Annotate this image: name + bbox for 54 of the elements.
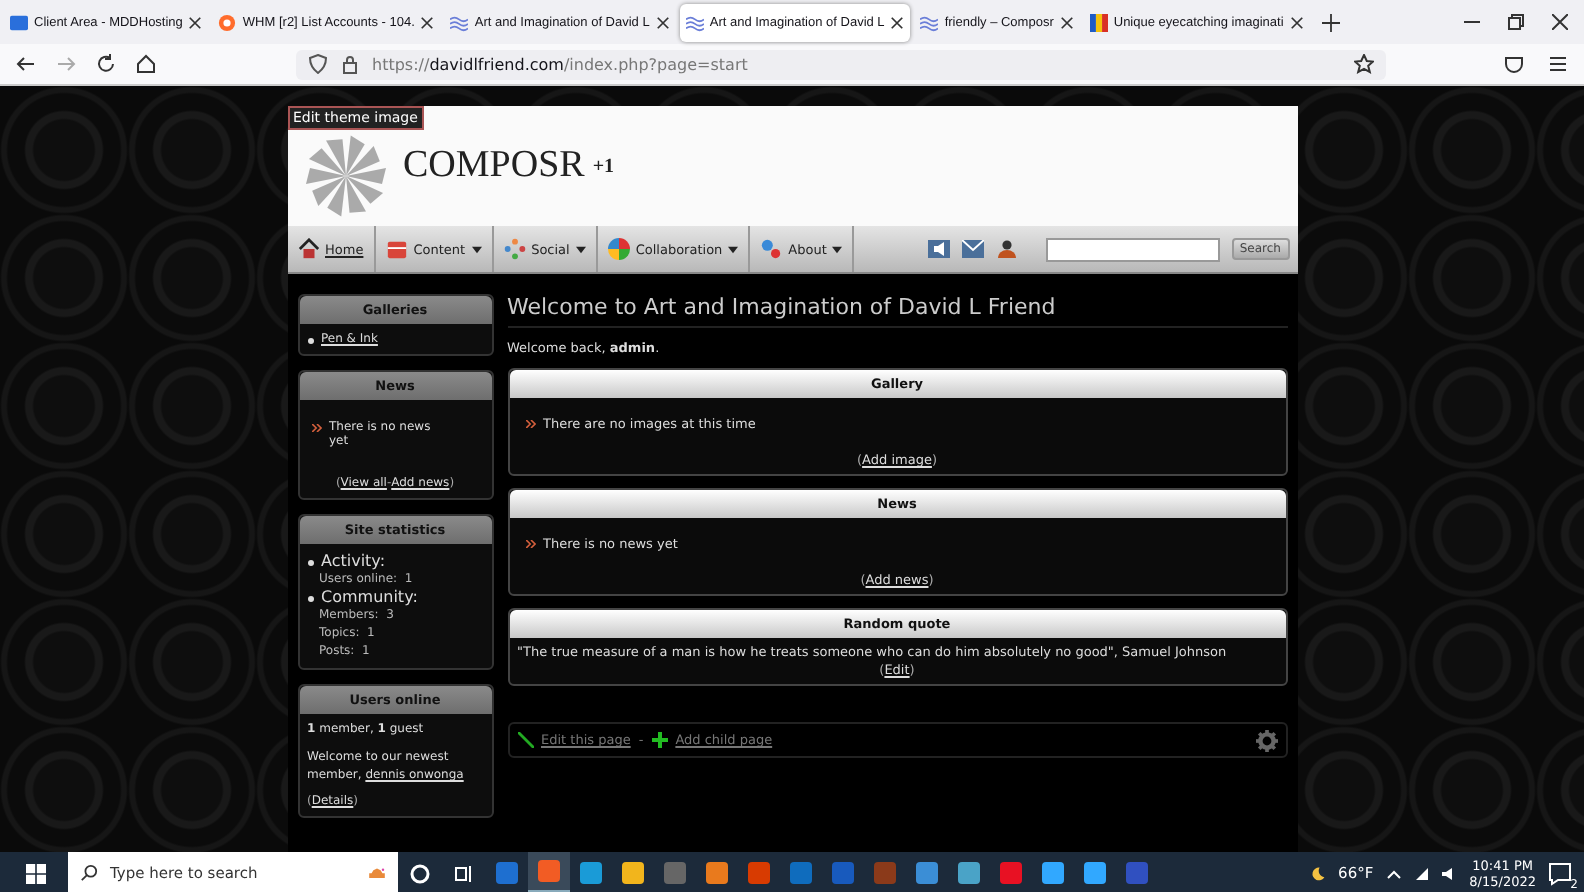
circle-icon[interactable] xyxy=(410,863,430,883)
search-icon xyxy=(80,864,98,882)
house-icon xyxy=(297,238,319,260)
wave-icon xyxy=(685,13,704,31)
bullet-icon xyxy=(307,338,313,344)
close-icon[interactable] xyxy=(655,15,670,29)
close-icon[interactable] xyxy=(1289,15,1304,29)
stats-heading: Community: xyxy=(321,588,418,606)
network-icon[interactable] xyxy=(1413,865,1430,881)
restore-icon[interactable] xyxy=(1508,14,1524,30)
back-arrow-icon[interactable] xyxy=(16,54,36,74)
site-icon xyxy=(218,13,237,31)
user-icon[interactable] xyxy=(995,240,1018,258)
chevron-up-icon[interactable] xyxy=(1385,865,1402,881)
address-bar[interactable]: https://davidlfriend.com/index.php?page=start xyxy=(296,49,1386,79)
close-icon[interactable] xyxy=(890,15,905,29)
double-chevron-icon xyxy=(525,420,535,428)
lock-icon xyxy=(340,54,360,74)
plus-icon[interactable] xyxy=(1321,13,1340,31)
home-icon[interactable] xyxy=(136,54,156,74)
bullet-icon xyxy=(307,596,313,602)
logo-suffix-text: +1 xyxy=(592,155,615,177)
site-icon xyxy=(10,13,28,31)
star-icon[interactable] xyxy=(1354,54,1374,74)
reload-icon[interactable] xyxy=(96,54,116,74)
wave-icon xyxy=(450,13,469,31)
plus-icon xyxy=(651,732,668,748)
wave-icon xyxy=(920,13,939,31)
shield-icon xyxy=(308,54,328,74)
pencil-icon xyxy=(517,732,533,748)
close-icon[interactable] xyxy=(420,15,435,29)
pocket-icon[interactable] xyxy=(1504,54,1524,74)
bullet-icon xyxy=(307,560,313,566)
windows-start-icon[interactable] xyxy=(26,863,46,883)
search-field[interactable] xyxy=(1045,237,1220,261)
url-text: https://davidlfriend.com/index.php?page=start xyxy=(372,55,748,73)
close-icon[interactable] xyxy=(188,15,203,29)
task-view-icon[interactable] xyxy=(454,863,474,883)
stats-heading: Activity: xyxy=(321,552,386,570)
taskbar-app-icon[interactable] xyxy=(528,852,570,892)
speaker-icon[interactable] xyxy=(1441,865,1458,881)
page-title: Welcome to Art and Imagination of David L Friend xyxy=(507,294,1287,328)
menu-icon[interactable] xyxy=(1548,54,1568,74)
site-icon xyxy=(1089,13,1108,31)
moon-icon xyxy=(1310,865,1327,881)
box-icon xyxy=(385,238,408,260)
site-logo-text: COMPOSR xyxy=(403,144,585,188)
close-icon[interactable] xyxy=(1059,15,1074,29)
pinwheel-logo-icon xyxy=(303,134,387,218)
envelope-icon[interactable] xyxy=(961,240,984,258)
close-icon[interactable] xyxy=(1552,14,1568,30)
double-chevron-icon xyxy=(311,424,321,432)
double-chevron-icon xyxy=(525,540,535,548)
gear-icon[interactable] xyxy=(1255,729,1277,751)
